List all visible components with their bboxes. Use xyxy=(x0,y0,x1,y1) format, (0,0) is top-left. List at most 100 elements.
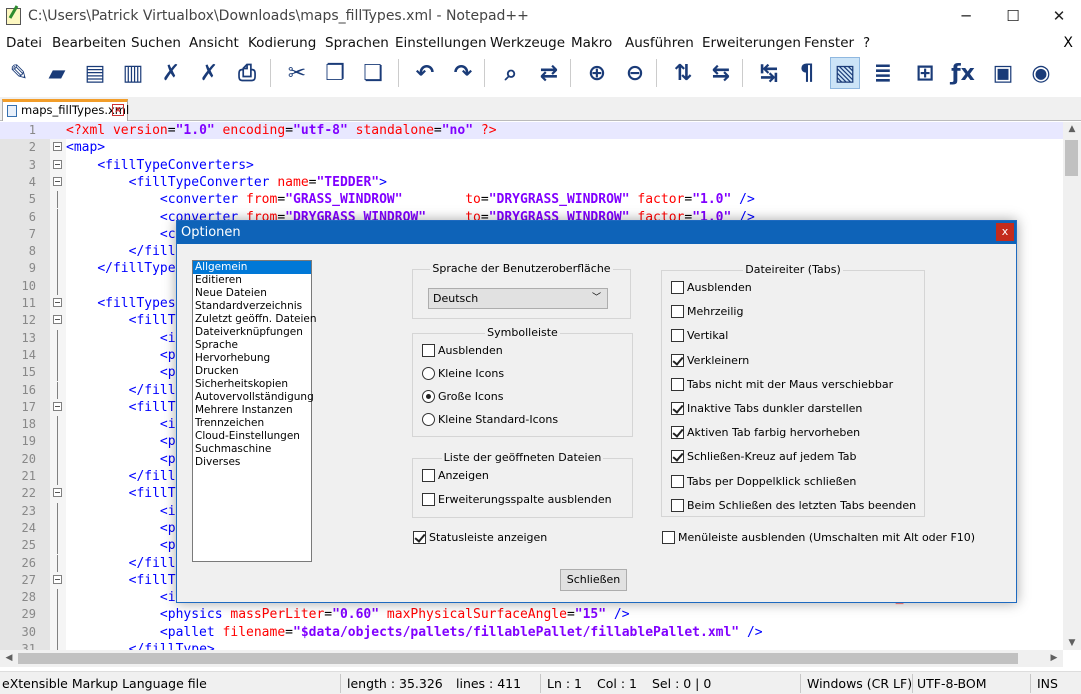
fold-toggle-icon[interactable] xyxy=(53,142,62,152)
open-files-option[interactable]: Anzeigen xyxy=(422,469,489,482)
checkbox[interactable] xyxy=(671,402,684,415)
fx-icon[interactable]: ƒx xyxy=(948,57,978,89)
scroll-up-icon[interactable]: ▲ xyxy=(1063,124,1081,134)
undo-icon[interactable]: ↶ xyxy=(410,57,440,89)
code-line[interactable]: 29 <physics massPerLiter="0.60" maxPhysi… xyxy=(0,606,1063,624)
tabs-option[interactable]: Beim Schließen des letzten Tabs beenden xyxy=(671,498,916,512)
horizontal-scrollbar[interactable]: ◀ ▶ xyxy=(0,650,1063,667)
tabs-option[interactable]: Tabs per Doppelklick schließen xyxy=(671,474,856,488)
statusbar-checkbox[interactable]: Statusleiste anzeigen xyxy=(413,531,547,544)
menubar-checkbox[interactable]: Menüleiste ausblenden (Umschalten mit Al… xyxy=(662,531,975,544)
toolbar-option[interactable]: Kleine Standard-Icons xyxy=(422,413,558,426)
toolbar-option[interactable]: Große Icons xyxy=(422,390,503,403)
category-item[interactable]: Trennzeichen xyxy=(193,417,311,430)
eye-icon[interactable]: ◉ xyxy=(1026,57,1056,89)
zoom-in-icon[interactable]: ⊕ xyxy=(582,57,612,89)
tabs-option[interactable]: Inaktive Tabs dunkler darstellen xyxy=(671,402,862,415)
checkbox[interactable] xyxy=(671,353,684,367)
tabs-option[interactable]: Tabs nicht mit der Maus verschiebbar xyxy=(671,377,893,391)
code-line[interactable]: 3 <fillTypeConverters> xyxy=(0,157,1063,174)
scroll-right-icon[interactable]: ▶ xyxy=(1045,653,1063,663)
vertical-scrollbar[interactable]: ▲ ▼ xyxy=(1063,122,1081,650)
fold-toggle-icon[interactable] xyxy=(53,159,62,169)
category-item[interactable]: Hervorhebung xyxy=(193,352,311,365)
toolbar-option[interactable]: Ausblenden xyxy=(422,344,503,357)
horizontal-scroll-thumb[interactable] xyxy=(18,653,1018,664)
find-icon[interactable]: ⌕ xyxy=(496,57,526,89)
menu-close-button[interactable]: X xyxy=(1063,35,1073,51)
cut-icon[interactable]: ✂ xyxy=(282,57,312,89)
print-icon[interactable]: ⎙ xyxy=(232,57,262,89)
word-wrap-icon[interactable]: ↹ xyxy=(754,57,784,89)
menu-1[interactable]: Datei xyxy=(6,35,42,51)
tabs-option[interactable]: Mehrzeilig xyxy=(671,305,743,319)
fold-toggle-icon[interactable] xyxy=(53,574,62,584)
checkbox[interactable] xyxy=(671,474,684,488)
fold-toggle-icon[interactable] xyxy=(53,315,62,325)
category-item[interactable]: Cloud-Einstellungen xyxy=(193,430,311,443)
dialog-close-icon[interactable]: x xyxy=(996,223,1014,241)
category-item[interactable]: Allgemein xyxy=(193,261,311,274)
category-item[interactable]: Neue Dateien xyxy=(193,287,311,300)
checkbox[interactable] xyxy=(671,329,684,343)
sync-horizontal-icon[interactable]: ⇆ xyxy=(706,57,736,89)
checkbox[interactable] xyxy=(671,426,684,440)
open-files-option[interactable]: Erweiterungsspalte ausblenden xyxy=(422,493,612,506)
category-item[interactable]: Sprache xyxy=(193,339,311,352)
fold-toggle-icon[interactable] xyxy=(53,176,62,186)
show-all-chars-icon[interactable]: ¶ xyxy=(792,57,822,89)
tabs-option[interactable]: Vertikal xyxy=(671,329,728,343)
copy-icon[interactable]: ❐ xyxy=(320,57,350,89)
category-item[interactable]: Sicherheitskopien xyxy=(193,378,311,391)
options-category-list[interactable]: Allgemein Editieren Neue Dateien Standardve… xyxy=(192,260,317,562)
checkbox[interactable] xyxy=(671,377,684,391)
menu-4[interactable]: Ansicht xyxy=(189,35,239,51)
code-line[interactable]: 30 <pallet filename="$data/objects/palle… xyxy=(0,623,1063,641)
vertical-scroll-thumb[interactable] xyxy=(1065,140,1078,176)
function-list-icon[interactable]: ⊞ xyxy=(910,57,940,89)
zoom-out-icon[interactable]: ⊖ xyxy=(620,57,650,89)
fold-toggle-icon[interactable] xyxy=(53,298,62,307)
checkbox[interactable] xyxy=(671,498,684,512)
menu-7[interactable]: Einstellungen xyxy=(395,35,487,51)
code-line[interactable]: 1 <?xml version="1.0" encoding="utf-8" st… xyxy=(0,122,1063,140)
toolbar-option[interactable]: Kleine Icons xyxy=(422,367,504,380)
menu-11[interactable]: Erweiterungen xyxy=(702,35,801,51)
code-line[interactable]: 31 </fillType> xyxy=(0,641,1063,650)
checkbox[interactable] xyxy=(413,531,426,544)
menu-3[interactable]: Suchen xyxy=(131,35,181,51)
category-item[interactable]: Drucken xyxy=(193,365,311,378)
replace-icon[interactable]: ⇄ xyxy=(534,57,564,89)
monitor-icon[interactable]: ▣ xyxy=(988,57,1018,89)
code-line[interactable]: 5 <converter from="GRASS_WINDROW" to="DR… xyxy=(0,191,1063,209)
category-item[interactable]: Suchmaschine xyxy=(193,443,311,456)
scroll-down-icon[interactable]: ▼ xyxy=(1063,638,1081,648)
tabs-option[interactable]: Aktiven Tab farbig hervorheben xyxy=(671,426,860,440)
category-item[interactable]: Zuletzt geöffn. Dateien xyxy=(193,313,317,326)
fold-toggle-icon[interactable] xyxy=(53,488,62,498)
menu-2[interactable]: Bearbeiten xyxy=(52,35,126,51)
menu-6[interactable]: Sprachen xyxy=(325,35,389,51)
minimize-button[interactable]: ─ xyxy=(943,0,989,32)
category-item[interactable]: Mehrere Instanzen xyxy=(193,404,311,417)
sync-vertical-icon[interactable]: ⇅ xyxy=(668,57,698,89)
close-file-icon[interactable]: ✗ xyxy=(156,57,186,89)
category-item[interactable]: Dateiverknüpfungen xyxy=(193,326,311,339)
category-item[interactable]: Autovervollständigung xyxy=(193,391,314,404)
checkbox[interactable] xyxy=(422,493,435,506)
document-map-icon[interactable]: ≣ xyxy=(868,57,898,89)
category-item[interactable]: Standardverzeichnis xyxy=(193,300,311,313)
checkbox[interactable] xyxy=(671,450,684,464)
menu-8[interactable]: Werkzeuge xyxy=(490,35,565,51)
maximize-button[interactable]: ☐ xyxy=(990,0,1036,32)
indent-guide-icon[interactable]: ▧ xyxy=(830,57,860,89)
radio-button[interactable] xyxy=(422,367,435,380)
menu-9[interactable]: Makro xyxy=(571,35,612,51)
close-window-button[interactable]: ✕ xyxy=(1036,0,1081,32)
checkbox[interactable] xyxy=(662,531,675,544)
fold-toggle-icon[interactable] xyxy=(53,401,62,411)
language-select[interactable]: Deutsch ﹀ xyxy=(428,288,608,309)
tab-maps-filltypes[interactable]: maps_fillTypes.xml x xyxy=(2,99,129,121)
menu-5[interactable]: Kodierung xyxy=(248,35,316,51)
close-all-icon[interactable]: ✗ xyxy=(194,57,224,89)
